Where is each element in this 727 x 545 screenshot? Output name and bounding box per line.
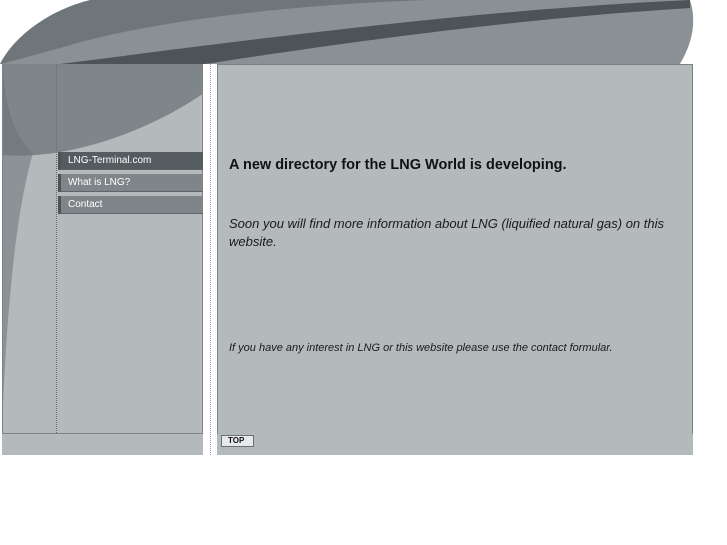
footer-right-bar bbox=[217, 434, 693, 455]
sidebar bbox=[2, 64, 203, 434]
sidebar-curve-graphic bbox=[3, 65, 202, 405]
nav-item-what-is-lng[interactable]: What is LNG? bbox=[58, 174, 210, 192]
page: LNG-Terminal.com What is LNG? Contact A … bbox=[0, 0, 727, 545]
footer-left-bar bbox=[2, 434, 203, 455]
sidebar-dotted-divider bbox=[56, 65, 57, 433]
nav-item-home[interactable]: LNG-Terminal.com bbox=[58, 152, 210, 170]
sidebar-upper-shape bbox=[3, 65, 202, 156]
gutter-dotted-divider bbox=[210, 64, 211, 455]
nav-item-contact[interactable]: Contact bbox=[58, 196, 210, 214]
intro-text: Soon you will find more information abou… bbox=[229, 216, 665, 249]
page-headline: A new directory for the LNG World is dev… bbox=[229, 157, 567, 173]
back-to-top-button[interactable]: TOP bbox=[221, 435, 254, 447]
main-content: A new directory for the LNG World is dev… bbox=[217, 64, 693, 435]
contact-note-text: If you have any interest in LNG or this … bbox=[229, 342, 613, 354]
sidebar-nav: LNG-Terminal.com What is LNG? Contact bbox=[58, 152, 210, 218]
